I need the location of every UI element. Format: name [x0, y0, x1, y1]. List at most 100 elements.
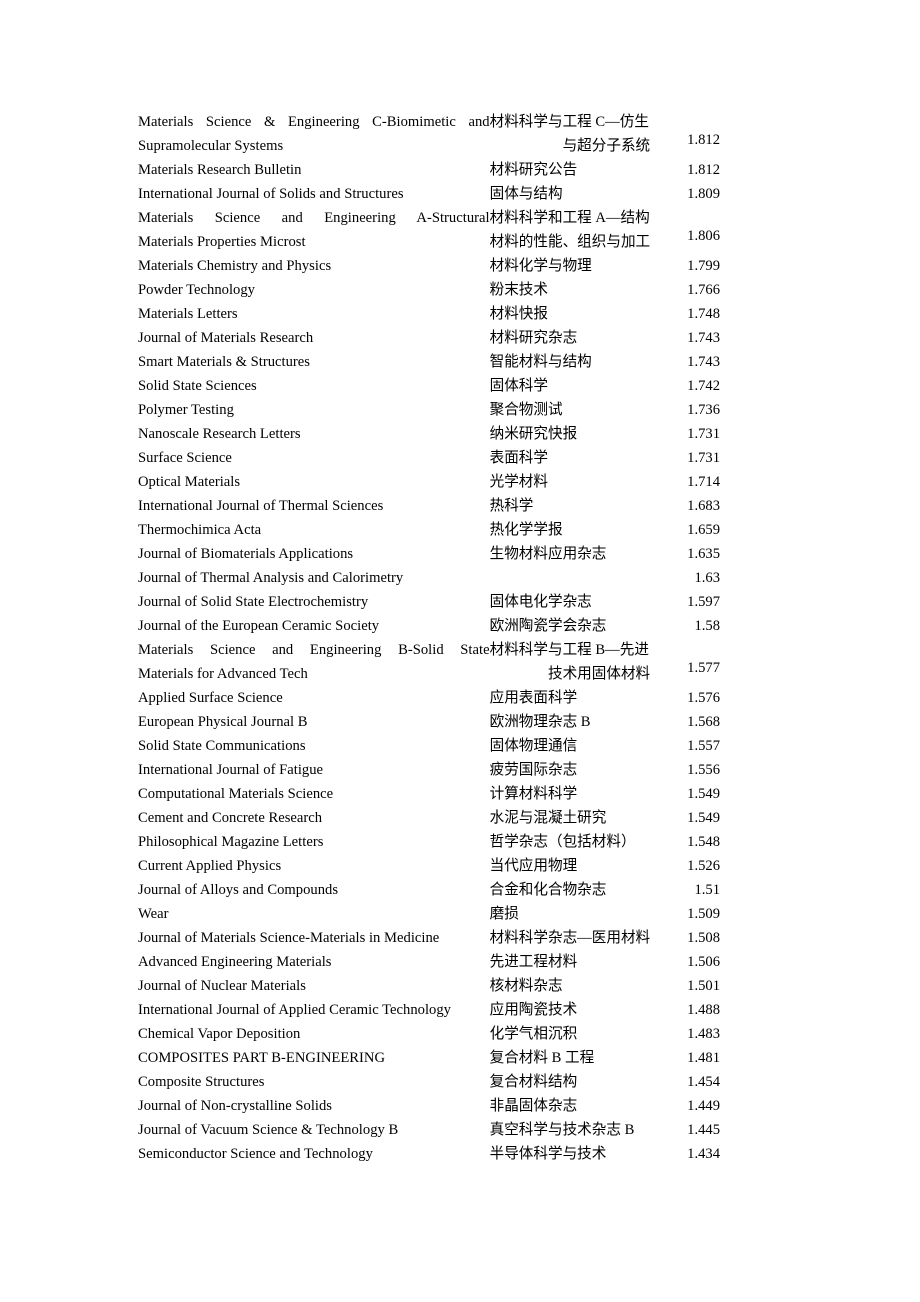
table-row: Wear 磨损 1.509: [138, 902, 720, 926]
table-row: International Journal of Fatigue 疲劳国际杂志 1.…: [138, 758, 720, 782]
journal-name-english: Materials Science and Engineering A-Stru…: [138, 206, 490, 254]
journal-name-english-line: Solid State Sciences: [138, 378, 257, 394]
impact-factor-value: 1.714: [687, 474, 720, 490]
journal-name-chinese: 半导体科学与技术: [490, 1142, 651, 1166]
table-row: Surface Science 表面科学 1.731: [138, 446, 720, 470]
table-row: Materials Letters 材料快报 1.748: [138, 302, 720, 326]
impact-factor-value: 1.549: [687, 810, 720, 826]
journal-name-english: International Journal of Applied Ceramic…: [138, 998, 490, 1022]
journal-name-chinese-line: 固体电化学杂志: [489, 594, 592, 610]
journal-name-chinese-line: 核材料杂志: [489, 978, 563, 994]
journal-name-chinese-line: 材料研究公告: [489, 162, 578, 178]
journal-name-chinese-line: 欧洲陶瓷学会杂志: [489, 618, 607, 634]
journal-name-english-line: Nanoscale Research Letters: [138, 426, 301, 442]
table-row: Solid State Communications 固体物理通信 1.557: [138, 734, 720, 758]
journal-name-chinese-line: 纳米研究快报: [489, 426, 578, 442]
journal-name-english-line: Current Applied Physics: [138, 858, 282, 874]
journal-name-english-line: Wear: [138, 906, 169, 922]
journal-name-english-line: Materials for Advanced Tech: [138, 666, 308, 682]
journal-name-chinese: 表面科学: [490, 446, 651, 470]
journal-name-chinese: 应用陶瓷技术: [490, 998, 651, 1022]
impact-factor-value: 1.809: [687, 186, 720, 202]
journal-name-english: Journal of Solid State Electrochemistry: [138, 590, 490, 614]
journal-name-chinese: 计算材料科学: [490, 782, 651, 806]
journal-name-english: Journal of Biomaterials Applications: [138, 542, 490, 566]
journal-name-chinese-line: 哲学杂志（包括材料）: [489, 834, 636, 850]
journal-impact-factor-table: Materials Science & Engineering C-Biomim…: [138, 110, 720, 1166]
journal-name-chinese-line: 计算材料科学: [489, 786, 578, 802]
impact-factor-value: 1.549: [687, 786, 720, 802]
journal-name-english-line: Materials Properties Microst: [138, 234, 306, 250]
journal-name-chinese: 材料科学和工程 A—结构 材料的性能、组织与加工: [490, 206, 651, 254]
journal-name-english: Optical Materials: [138, 470, 490, 494]
journal-name-chinese-line: 智能材料与结构: [489, 354, 592, 370]
journal-name-english-line: Materials Chemistry and Physics: [138, 258, 332, 274]
journal-name-english-line: Materials Science and Engineering A-Stru…: [138, 210, 490, 226]
journal-name-english-line: Thermochimica Acta: [138, 522, 262, 538]
document-page: Materials Science & Engineering C-Biomim…: [0, 0, 920, 1302]
journal-name-english-line: Materials Research Bulletin: [138, 162, 302, 178]
journal-name-english-line: Chemical Vapor Deposition: [138, 1026, 301, 1042]
journal-name-chinese: 复合材料 B 工程: [490, 1046, 651, 1070]
journal-name-english-line: Advanced Engineering Materials: [138, 954, 332, 970]
journal-name-chinese-line: 当代应用物理: [489, 858, 578, 874]
table-row: Computational Materials Science 计算材料科学 1.5…: [138, 782, 720, 806]
table-row: Journal of Vacuum Science & Technology B…: [138, 1118, 720, 1142]
journal-name-english: Applied Surface Science: [138, 686, 490, 710]
journal-name-english: Materials Science and Engineering B-Soli…: [138, 638, 490, 686]
journal-name-chinese: 材料研究公告: [490, 158, 651, 182]
impact-factor-value: 1.434: [687, 1146, 720, 1162]
journal-name-chinese-line: 粉末技术: [489, 282, 548, 298]
journal-name-chinese-line: 材料快报: [489, 306, 548, 322]
impact-factor-value: 1.577: [687, 659, 720, 676]
journal-name-english-line: Materials Science & Engineering C-Biomim…: [138, 114, 490, 130]
journal-name-english: Philosophical Magazine Letters: [138, 830, 490, 854]
table-row: Current Applied Physics 当代应用物理 1.526: [138, 854, 720, 878]
journal-name-chinese-line: 固体科学: [489, 378, 548, 394]
journal-name-english: International Journal of Thermal Science…: [138, 494, 490, 518]
journal-name-chinese-line: 真空科学与技术杂志 B: [489, 1122, 635, 1138]
journal-name-chinese: 智能材料与结构: [490, 350, 651, 374]
table-row: Journal of Thermal Analysis and Calorime…: [138, 566, 720, 590]
journal-name-english: Journal of Non-crystalline Solids: [138, 1094, 490, 1118]
table-row: Polymer Testing 聚合物测试 1.736: [138, 398, 720, 422]
journal-name-chinese: 固体物理通信: [490, 734, 651, 758]
journal-name-chinese-line: 非晶固体杂志: [489, 1098, 578, 1114]
journal-name-english: Cement and Concrete Research: [138, 806, 490, 830]
journal-name-english-line: Surface Science: [138, 450, 232, 466]
journal-name-english: Chemical Vapor Deposition: [138, 1022, 490, 1046]
journal-name-english-line: Materials Science and Engineering B-Soli…: [138, 642, 490, 658]
journal-name-english-line: Journal of Biomaterials Applications: [138, 546, 354, 562]
journal-name-english-line: Powder Technology: [138, 282, 255, 298]
journal-name-english-line: Solid State Communications: [138, 738, 306, 754]
table-row: European Physical Journal B 欧洲物理杂志 B 1.568: [138, 710, 720, 734]
journal-name-chinese: 固体电化学杂志: [490, 590, 651, 614]
journal-name-english-line: International Journal of Thermal Science…: [138, 498, 384, 514]
impact-factor-value: 1.731: [687, 450, 720, 466]
journal-name-english-line: European Physical Journal B: [138, 714, 308, 730]
journal-name-english-line: Journal of Thermal Analysis and Calorime…: [138, 570, 404, 586]
journal-name-chinese-line: 热科学: [489, 498, 534, 514]
journal-name-english: Wear: [138, 902, 490, 926]
table-row: Philosophical Magazine Letters 哲学杂志（包括材料）…: [138, 830, 720, 854]
journal-name-english-line: Supramolecular Systems: [138, 138, 284, 154]
journal-name-chinese: 材料科学与工程 B—先进 技术用固体材料: [490, 638, 651, 686]
table-row: Chemical Vapor Deposition 化学气相沉积 1.483: [138, 1022, 720, 1046]
table-row: International Journal of Thermal Science…: [138, 494, 720, 518]
journal-name-chinese-line: 磨损: [489, 906, 519, 922]
impact-factor-value: 1.683: [687, 498, 720, 514]
journal-name-english: Polymer Testing: [138, 398, 490, 422]
journal-name-english-line: Optical Materials: [138, 474, 241, 490]
journal-name-english: Semiconductor Science and Technology: [138, 1142, 490, 1166]
journal-name-english-line: COMPOSITES PART B-ENGINEERING: [138, 1050, 386, 1066]
impact-factor-value: 1.659: [687, 522, 720, 538]
journal-name-chinese-line: 化学气相沉积: [489, 1026, 578, 1042]
journal-name-chinese-line: 光学材料: [489, 474, 548, 490]
journal-name-chinese: 真空科学与技术杂志 B: [490, 1118, 651, 1142]
table-row: COMPOSITES PART B-ENGINEERING 复合材料 B 工程 1.…: [138, 1046, 720, 1070]
table-row: Solid State Sciences 固体科学 1.742: [138, 374, 720, 398]
table-row: Advanced Engineering Materials 先进工程材料 1.50…: [138, 950, 720, 974]
journal-name-chinese: 磨损: [490, 902, 651, 926]
journal-name-english-line: Journal of Non-crystalline Solids: [138, 1098, 332, 1114]
impact-factor-value: 1.506: [687, 954, 720, 970]
